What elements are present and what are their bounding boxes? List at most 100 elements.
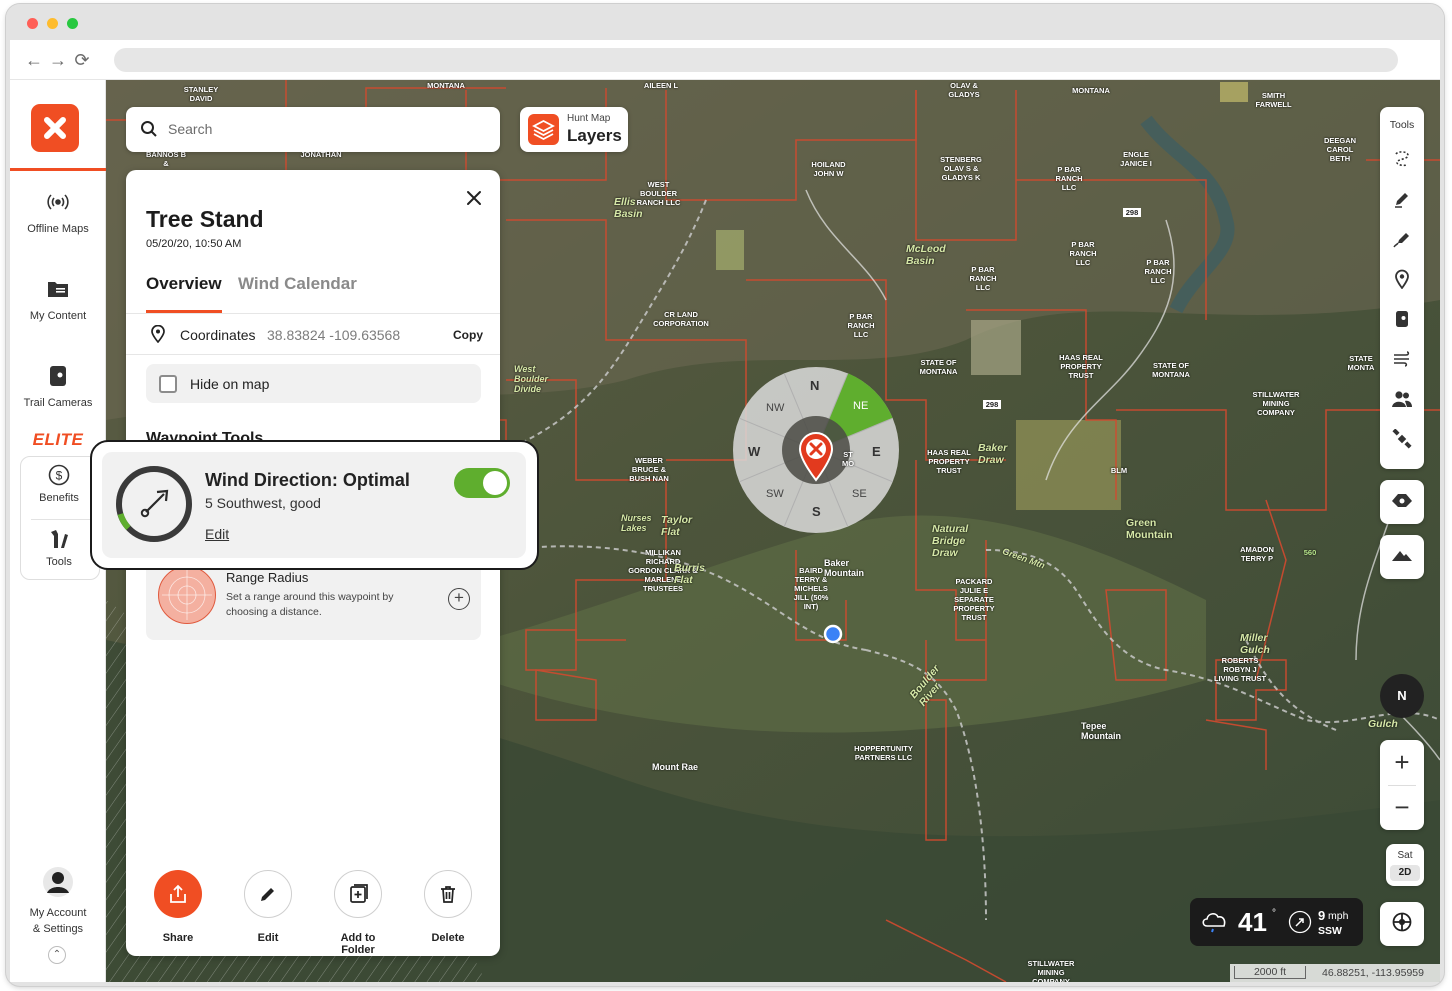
parcel-label: AILEEN L bbox=[643, 81, 679, 90]
pin-icon[interactable] bbox=[1390, 267, 1414, 291]
copy-coordinates-button[interactable]: Copy bbox=[453, 328, 483, 342]
tab-overview[interactable]: Overview bbox=[146, 274, 222, 294]
parcel-label: STENBERG OLAV S & GLADYS K bbox=[940, 155, 982, 182]
zoom-out-button[interactable]: − bbox=[1380, 785, 1424, 830]
wind-direction-subtitle: 5 Southwest, good bbox=[205, 495, 321, 511]
terrain-3d-button[interactable] bbox=[1380, 535, 1424, 579]
wind-direction-toggle[interactable] bbox=[454, 468, 510, 498]
forward-icon[interactable]: → bbox=[48, 50, 68, 70]
elite-label: ELITE bbox=[32, 430, 84, 449]
parcel-label: AMADON TERRY P bbox=[1240, 545, 1274, 563]
delete-button[interactable]: Delete bbox=[413, 870, 483, 944]
add-folder-icon bbox=[334, 870, 382, 918]
wind-edit-link[interactable]: Edit bbox=[205, 526, 229, 542]
share-button[interactable]: Share bbox=[143, 870, 213, 944]
layers-title: Layers bbox=[567, 126, 622, 145]
locate-button[interactable] bbox=[1380, 902, 1424, 946]
crosshair-icon bbox=[1391, 911, 1413, 938]
map-scale-bar: 2000 ft 46.88251, -113.95959 bbox=[1230, 964, 1440, 982]
wind-dir-ne[interactable]: NE bbox=[853, 400, 868, 412]
place-label: Nurses Lakes bbox=[621, 513, 652, 533]
place-label: Ellis Basin bbox=[614, 196, 643, 220]
rail-account[interactable]: My Account & Settings bbox=[10, 866, 106, 936]
temperature-degree: ° bbox=[1272, 908, 1276, 919]
wind-dir-n[interactable]: N bbox=[810, 378, 819, 393]
minimize-window-dot[interactable] bbox=[47, 18, 58, 29]
view-mode-label[interactable]: 2D bbox=[1390, 865, 1420, 881]
marker-pen-icon[interactable] bbox=[1390, 227, 1414, 251]
wind-dir-e[interactable]: E bbox=[872, 444, 881, 459]
trail-camera-icon bbox=[10, 364, 106, 388]
place-label: Mount Rae bbox=[652, 762, 698, 772]
route-number: 298 bbox=[1123, 208, 1141, 217]
zoom-controls: + − bbox=[1380, 740, 1424, 830]
toggle-knob bbox=[483, 471, 507, 495]
add-range-icon[interactable]: + bbox=[448, 588, 470, 610]
reload-icon[interactable]: ⟳ bbox=[72, 50, 92, 70]
compass-button[interactable]: N bbox=[1380, 674, 1424, 718]
parcel-label: STILLWATER MINING COMPANY bbox=[1027, 959, 1075, 982]
rail-logo-underline bbox=[10, 168, 106, 171]
hide-on-map-checkbox[interactable] bbox=[159, 375, 177, 393]
wind-icon[interactable] bbox=[1390, 347, 1414, 371]
pen-icon[interactable] bbox=[1390, 187, 1414, 211]
parcel-label: BLM bbox=[1110, 466, 1128, 475]
parcel-label: P BAR RANCH LLC bbox=[1069, 240, 1097, 267]
parcel-label: STANLEY DAVID bbox=[183, 85, 219, 103]
zoom-in-button[interactable]: + bbox=[1380, 740, 1424, 785]
deer-icon bbox=[1390, 491, 1414, 514]
onx-logo-icon[interactable] bbox=[31, 104, 79, 152]
url-bar[interactable] bbox=[114, 48, 1398, 72]
wind-dir-se[interactable]: SE bbox=[852, 488, 867, 500]
waypoint-marker-icon[interactable] bbox=[796, 430, 836, 482]
location-pin-icon bbox=[150, 324, 166, 348]
place-label: Burris Flat bbox=[674, 562, 705, 586]
account-label-line2: & Settings bbox=[32, 923, 84, 935]
hide-on-map-label: Hide on map bbox=[190, 376, 270, 392]
coordinates-label: Coordinates bbox=[180, 327, 256, 343]
wind-dir-s[interactable]: S bbox=[812, 504, 821, 519]
range-radius-description: Set a range around this waypoint by choo… bbox=[226, 591, 394, 618]
close-window-dot[interactable] bbox=[27, 18, 38, 29]
satellite-icon[interactable] bbox=[1390, 427, 1414, 451]
close-icon[interactable] bbox=[460, 184, 488, 212]
layers-button[interactable]: Hunt Map Layers bbox=[520, 107, 628, 152]
basemap-toggle[interactable]: Sat 2D bbox=[1386, 844, 1424, 886]
title-bar bbox=[6, 4, 1444, 40]
range-radius-icon bbox=[158, 566, 216, 624]
weather-widget[interactable]: 41 ° 9 mph SSW bbox=[1190, 898, 1363, 946]
add-to-folder-button[interactable]: Add to Folder bbox=[323, 870, 393, 956]
chevron-up-icon[interactable]: ⌃ bbox=[48, 946, 66, 964]
svg-text:$: $ bbox=[56, 469, 63, 483]
pencil-icon bbox=[244, 870, 292, 918]
edit-button[interactable]: Edit bbox=[233, 870, 303, 944]
back-icon[interactable]: ← bbox=[24, 50, 44, 70]
parcel-label: HAAS REAL PROPERTY TRUST bbox=[927, 448, 971, 475]
search-input[interactable]: Search bbox=[168, 121, 212, 137]
rail-trail-cameras[interactable]: Trail Cameras bbox=[10, 364, 106, 410]
range-radius-card[interactable]: Range Radius Set a range around this way… bbox=[146, 560, 481, 640]
rail-item-label: Offline Maps bbox=[27, 223, 89, 235]
avatar-icon bbox=[10, 866, 106, 898]
maximize-window-dot[interactable] bbox=[67, 18, 78, 29]
rail-my-content[interactable]: My Content bbox=[10, 277, 106, 323]
wind-dir-w[interactable]: W bbox=[748, 444, 760, 459]
divider bbox=[126, 354, 500, 355]
tools-panel: Tools bbox=[1380, 107, 1424, 469]
search-icon bbox=[140, 120, 158, 143]
wind-direction-value: SSW bbox=[1318, 925, 1342, 937]
lasso-icon[interactable] bbox=[1390, 147, 1414, 171]
parcel-label: PACKARD JULIE E SEPARATE PROPERTY TRUST bbox=[953, 577, 995, 622]
rail-offline-maps[interactable]: Offline Maps bbox=[10, 190, 106, 236]
trail-camera-icon[interactable] bbox=[1390, 307, 1414, 331]
hunting-area-button[interactable] bbox=[1380, 480, 1424, 524]
wind-dir-nw[interactable]: NW bbox=[766, 402, 784, 414]
wind-dir-sw[interactable]: SW bbox=[766, 488, 784, 500]
tab-wind-calendar[interactable]: Wind Calendar bbox=[238, 274, 357, 294]
search-bar[interactable]: Search bbox=[126, 107, 500, 152]
mountain-icon bbox=[1391, 548, 1413, 567]
hide-on-map-row[interactable]: Hide on map bbox=[146, 364, 481, 403]
place-label: Miller Gulch bbox=[1240, 632, 1270, 656]
people-icon[interactable] bbox=[1390, 387, 1414, 411]
place-label: Taylor Flat bbox=[661, 514, 693, 538]
